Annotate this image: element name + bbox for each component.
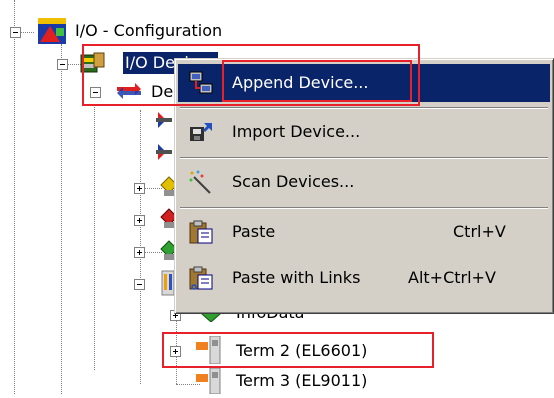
tree-guide-line [61, 44, 62, 394]
menu-item-scan-devices[interactable]: Scan Devices... [178, 163, 550, 201]
tree-expander[interactable] [134, 279, 145, 290]
menu-item-label: Scan Devices... [232, 172, 355, 191]
sync-unit-icon [154, 142, 174, 164]
annotation-highlight-box [162, 332, 434, 368]
tree-expander[interactable] [57, 59, 68, 70]
tree-expander[interactable] [10, 27, 21, 38]
menu-separator [180, 207, 548, 209]
tree-expander[interactable] [134, 247, 145, 258]
sync-unit-icon [154, 110, 174, 132]
tree-item-term-3[interactable]: Term 3 (EL9011) [236, 370, 367, 392]
paste-icon [188, 219, 214, 245]
menu-item-label: Import Device... [232, 122, 361, 141]
menu-item-paste-with-links[interactable]: Paste with Links Alt+Ctrl+V [178, 259, 550, 297]
menu-item-label: Paste [232, 222, 276, 241]
paste-links-icon [188, 265, 214, 291]
menu-separator [180, 157, 548, 159]
tree-guide-line [94, 104, 95, 370]
menu-item-shortcut: Ctrl+V [453, 222, 506, 241]
io-configuration-icon [36, 16, 70, 46]
terminal-icon [196, 367, 226, 395]
tree-expander[interactable] [134, 215, 145, 226]
menu-item-label: Paste with Links [232, 268, 361, 287]
menu-item-shortcut: Alt+Ctrl+V [408, 268, 496, 287]
menu-separator [180, 107, 548, 109]
tree-guide-line [14, 0, 15, 394]
annotation-highlight-box [222, 60, 412, 102]
menu-item-paste[interactable]: Paste Ctrl+V [178, 213, 550, 251]
tree-expander[interactable] [134, 183, 145, 194]
scan-devices-icon [188, 169, 214, 195]
tree-item-io-configuration[interactable]: I/O - Configuration [75, 20, 222, 42]
import-device-icon [188, 119, 214, 145]
menu-item-import-device[interactable]: Import Device... [178, 113, 550, 151]
